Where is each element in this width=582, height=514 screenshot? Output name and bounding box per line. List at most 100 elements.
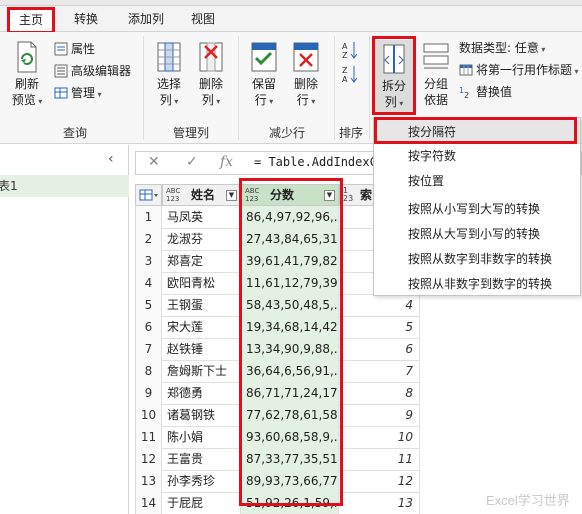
row-number[interactable]: 8 — [135, 360, 162, 383]
row-number[interactable]: 13 — [135, 470, 162, 493]
column-header-score[interactable]: ABC 123 分数 ▼ — [241, 184, 339, 206]
tab-transform[interactable]: 转换 — [64, 9, 108, 31]
confirm-icon[interactable]: ✓ — [186, 154, 198, 170]
filter-dropdown-icon[interactable]: ▼ — [226, 190, 237, 201]
name-cell[interactable]: 孙李秀珍 — [162, 470, 241, 493]
keep-rows-icon — [251, 42, 277, 72]
row-number[interactable]: 1 — [135, 206, 162, 229]
collapse-pane-icon[interactable]: ‹ — [108, 151, 114, 167]
keep-rows-button[interactable]: 保留 行 ▾ — [245, 40, 283, 110]
score-cell[interactable]: 36,64,6,56,91,... — [241, 360, 339, 383]
properties-button[interactable]: 属性 — [54, 40, 95, 58]
name-cell[interactable]: 陈小娟 — [162, 426, 241, 449]
fx-icon[interactable]: fx — [220, 154, 233, 170]
name-cell[interactable]: 王钢蛋 — [162, 294, 241, 317]
column-score-label: 分数 — [270, 188, 295, 202]
name-cell[interactable]: 王富贵 — [162, 448, 241, 471]
name-cell[interactable]: 宋大莲 — [162, 316, 241, 339]
name-cell[interactable]: 欧阳青松 — [162, 272, 241, 295]
score-cell[interactable]: 11,61,12,79,39... — [241, 272, 339, 295]
name-cell[interactable]: 赵铁锤 — [162, 338, 241, 361]
table-menu-icon — [139, 189, 158, 201]
score-cell[interactable]: 89,93,73,66,77... — [241, 470, 339, 493]
score-cell[interactable]: 27,43,84,65,31... — [241, 228, 339, 251]
split-menu-item[interactable]: 按照从非数字到数字的转换 — [374, 272, 580, 296]
refresh-preview-button[interactable]: 刷新 预览 ▾ — [8, 40, 46, 110]
name-cell[interactable]: 郑德勇 — [162, 382, 241, 405]
index-cell[interactable]: 13 — [339, 492, 420, 514]
tab-add-column[interactable]: 添加列 — [118, 9, 174, 31]
name-cell[interactable]: 郑喜定 — [162, 250, 241, 273]
row-number[interactable]: 12 — [135, 448, 162, 471]
row-number[interactable]: 14 — [135, 492, 162, 514]
sort-descending-button[interactable]: ZA — [341, 64, 362, 84]
remove-columns-icon — [199, 42, 223, 72]
name-cell[interactable]: 詹姆斯下士 — [162, 360, 241, 383]
data-type-dropdown[interactable]: 数据类型: 任意 ▾ — [459, 39, 545, 57]
remove-rows-button[interactable]: 删除 行 ▾ — [287, 40, 325, 110]
tab-home[interactable]: 主页 — [9, 9, 53, 33]
index-cell[interactable]: 11 — [339, 448, 420, 471]
score-cell[interactable]: 86,4,97,92,96,... — [241, 206, 339, 229]
advanced-editor-icon — [54, 64, 68, 78]
score-cell[interactable]: 13,34,90,9,88,... — [241, 338, 339, 361]
remove-columns-button[interactable]: 删除 列 ▾ — [192, 40, 230, 110]
index-cell[interactable]: 7 — [339, 360, 420, 383]
row-number[interactable]: 10 — [135, 404, 162, 427]
name-cell[interactable]: 马凤英 — [162, 206, 241, 229]
score-cell[interactable]: 39,61,41,79,82... — [241, 250, 339, 273]
split-menu-item[interactable]: 按位置 — [374, 169, 580, 193]
index-cell[interactable]: 10 — [339, 426, 420, 449]
svg-text:Z: Z — [342, 51, 348, 60]
score-cell[interactable]: 86,71,71,24,17... — [241, 382, 339, 405]
column-header-name[interactable]: ABC 123 姓名 ▼ — [162, 184, 241, 206]
score-cell[interactable]: 51,92,26,1,59,... — [241, 492, 339, 514]
split-column-button[interactable]: 拆分 列 ▾ — [375, 40, 413, 112]
score-cell[interactable]: 58,43,50,48,5,... — [241, 294, 339, 317]
index-cell[interactable]: 6 — [339, 338, 420, 361]
score-cell[interactable]: 19,34,68,14,42... — [241, 316, 339, 339]
row-number[interactable]: 11 — [135, 426, 162, 449]
sort-ascending-button[interactable]: AZ — [341, 40, 362, 60]
refresh-icon — [17, 41, 37, 73]
formula-text[interactable]: = Table.AddIndexCo — [254, 155, 384, 169]
row-number[interactable]: 4 — [135, 272, 162, 295]
query-item[interactable]: 表1 — [0, 175, 129, 197]
score-cell[interactable]: 93,60,68,58,9,... — [241, 426, 339, 449]
name-cell[interactable]: 诸葛钢铁 — [162, 404, 241, 427]
manage-button[interactable]: 管理 ▾ — [54, 84, 102, 102]
replace-values-button[interactable]: 1 2 替换值 — [459, 83, 512, 101]
index-cell[interactable]: 12 — [339, 470, 420, 493]
row-number[interactable]: 2 — [135, 228, 162, 251]
filter-dropdown-icon[interactable]: ▼ — [324, 190, 335, 201]
table-menu-header[interactable] — [135, 184, 162, 206]
row-number[interactable]: 9 — [135, 382, 162, 405]
group-label-manage-columns: 管理列 — [172, 126, 209, 140]
split-column-icon — [383, 44, 405, 74]
row-number[interactable]: 3 — [135, 250, 162, 273]
name-cell[interactable]: 于屁屁 — [162, 492, 241, 514]
cancel-icon[interactable]: ✕ — [148, 154, 160, 170]
sort-ascending-icon: AZ — [342, 42, 358, 60]
split-menu-item[interactable]: 按照从小写到大写的转换 — [374, 197, 580, 221]
svg-text:Z: Z — [342, 66, 348, 75]
score-cell[interactable]: 77,62,78,61,58... — [241, 404, 339, 427]
row-number[interactable]: 5 — [135, 294, 162, 317]
tab-view[interactable]: 视图 — [183, 9, 223, 31]
split-menu-item[interactable]: 按照从大写到小写的转换 — [374, 222, 580, 246]
name-cell[interactable]: 龙淑芬 — [162, 228, 241, 251]
use-first-row-as-headers-button[interactable]: 将第一行用作标题 ▾ — [459, 61, 579, 79]
choose-columns-button[interactable]: 选择 列 ▾ — [150, 40, 188, 110]
split-menu-item[interactable]: 按照从数字到非数字的转换 — [374, 247, 580, 271]
group-by-button[interactable]: 分组 依据 — [417, 40, 455, 108]
advanced-editor-button[interactable]: 高级编辑器 — [54, 62, 131, 80]
split-menu-item[interactable]: 按字符数 — [374, 144, 580, 168]
index-cell[interactable]: 4 — [339, 294, 420, 317]
row-number[interactable]: 7 — [135, 338, 162, 361]
index-cell[interactable]: 5 — [339, 316, 420, 339]
index-cell[interactable]: 8 — [339, 382, 420, 405]
index-cell[interactable]: 9 — [339, 404, 420, 427]
row-number[interactable]: 6 — [135, 316, 162, 339]
split-menu-item[interactable]: 按分隔符 — [374, 120, 580, 144]
score-cell[interactable]: 87,33,77,35,51... — [241, 448, 339, 471]
